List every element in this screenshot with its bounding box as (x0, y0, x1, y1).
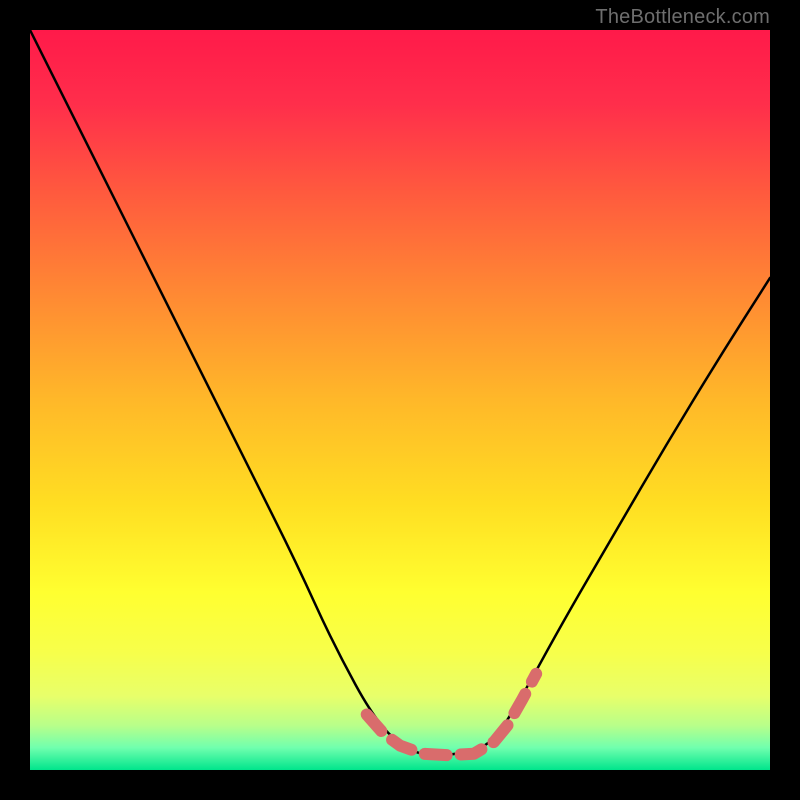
rope-dashed-segment (30, 30, 770, 770)
plot-area (30, 30, 770, 770)
attribution-text: TheBottleneck.com (595, 6, 770, 29)
chart-frame: TheBottleneck.com (0, 0, 800, 800)
